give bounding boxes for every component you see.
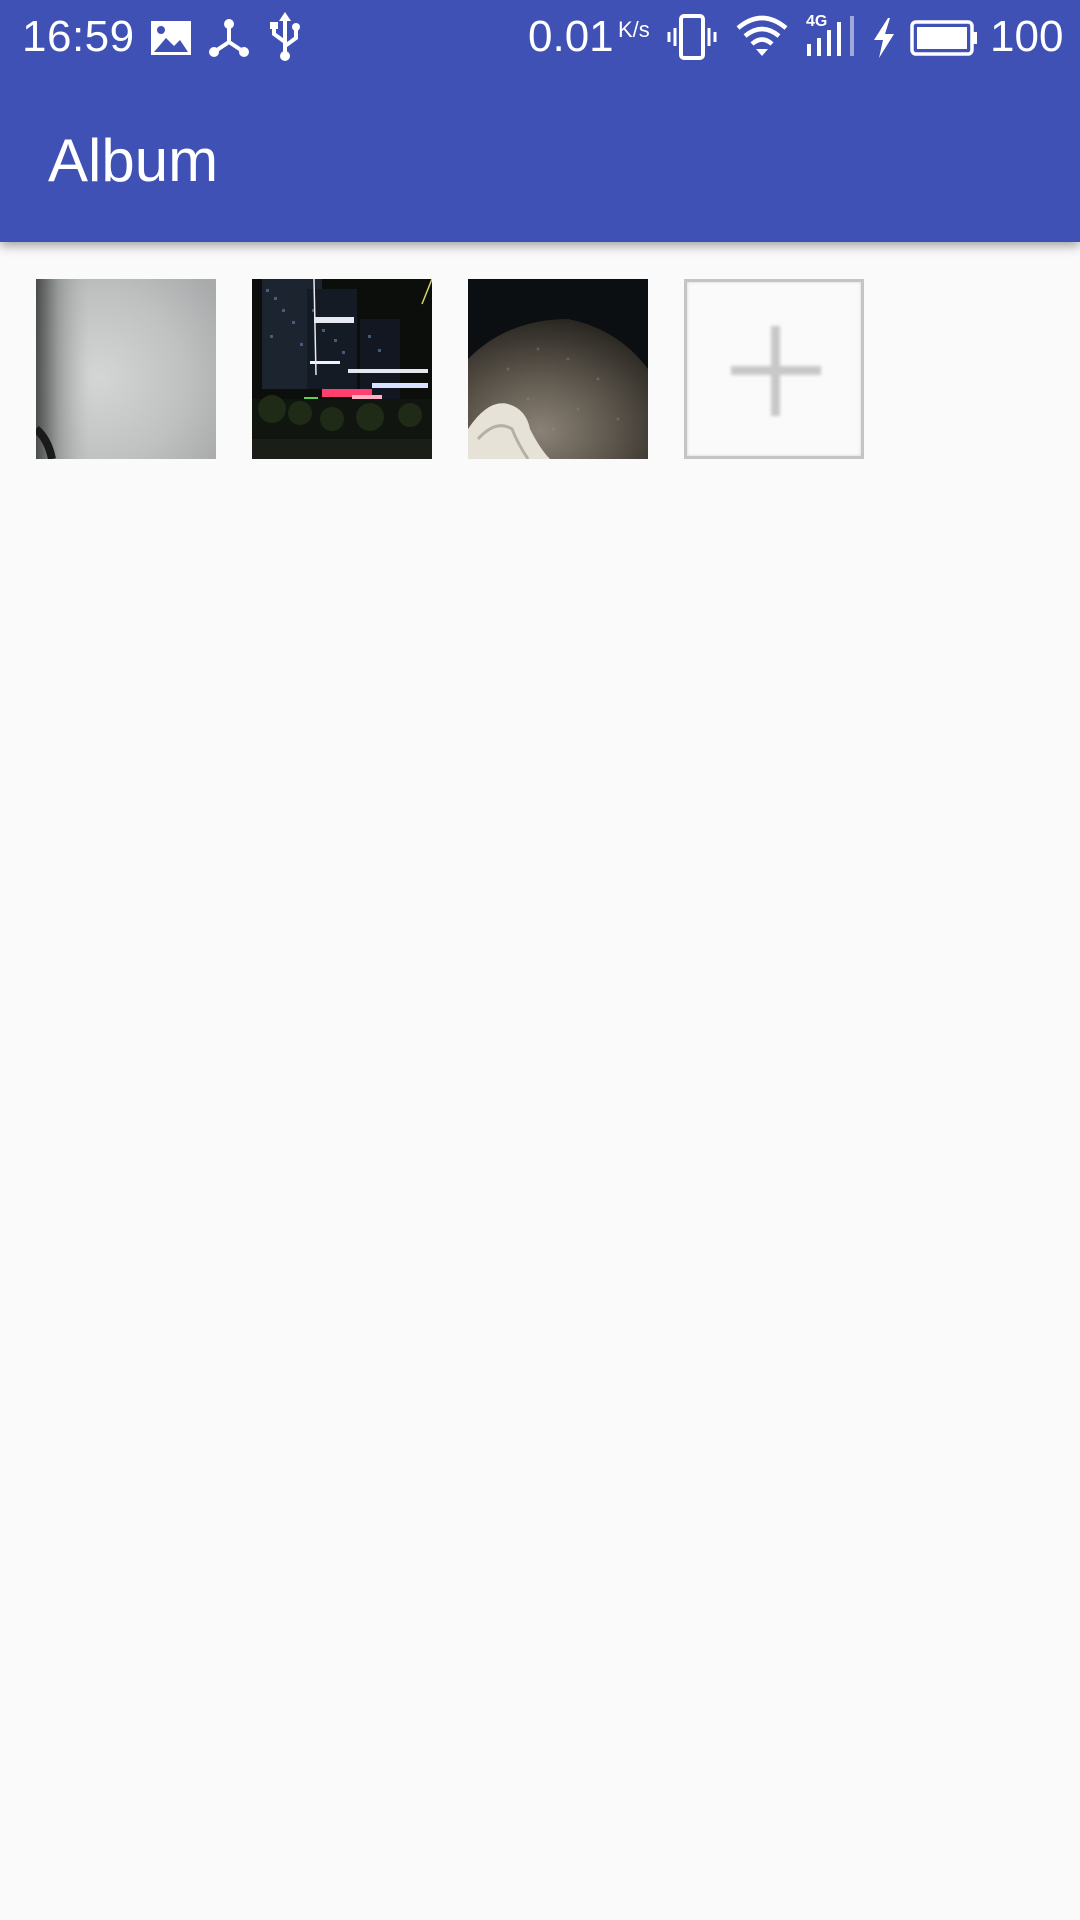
wifi-icon [736,15,788,56]
photo-thumbnail-3[interactable] [468,279,648,459]
battery-level: 100 [990,12,1064,61]
net-speed: 0.01 [528,12,614,61]
network-type: 4G [806,13,828,30]
app-bar: 16:59 0.01 K/s 4G 100 Album [0,0,1080,242]
photo-grid [36,279,864,459]
vibrate-icon [667,14,717,60]
app-title: Album [48,127,219,194]
status-time: 16:59 [22,12,135,61]
share-icon [209,19,249,57]
plus-icon-vertical [771,326,780,416]
gallery-icon [151,21,191,55]
net-speed-unit: K/s [618,17,650,42]
status-bar: 16:59 0.01 K/s 4G 100 [0,0,1080,74]
photo-thumbnail-1[interactable] [36,279,216,459]
usb-icon [270,12,300,61]
charging-icon [874,18,894,58]
battery-icon [910,20,977,56]
add-photo-button[interactable] [684,279,864,459]
photo-thumbnail-2[interactable] [252,279,432,459]
